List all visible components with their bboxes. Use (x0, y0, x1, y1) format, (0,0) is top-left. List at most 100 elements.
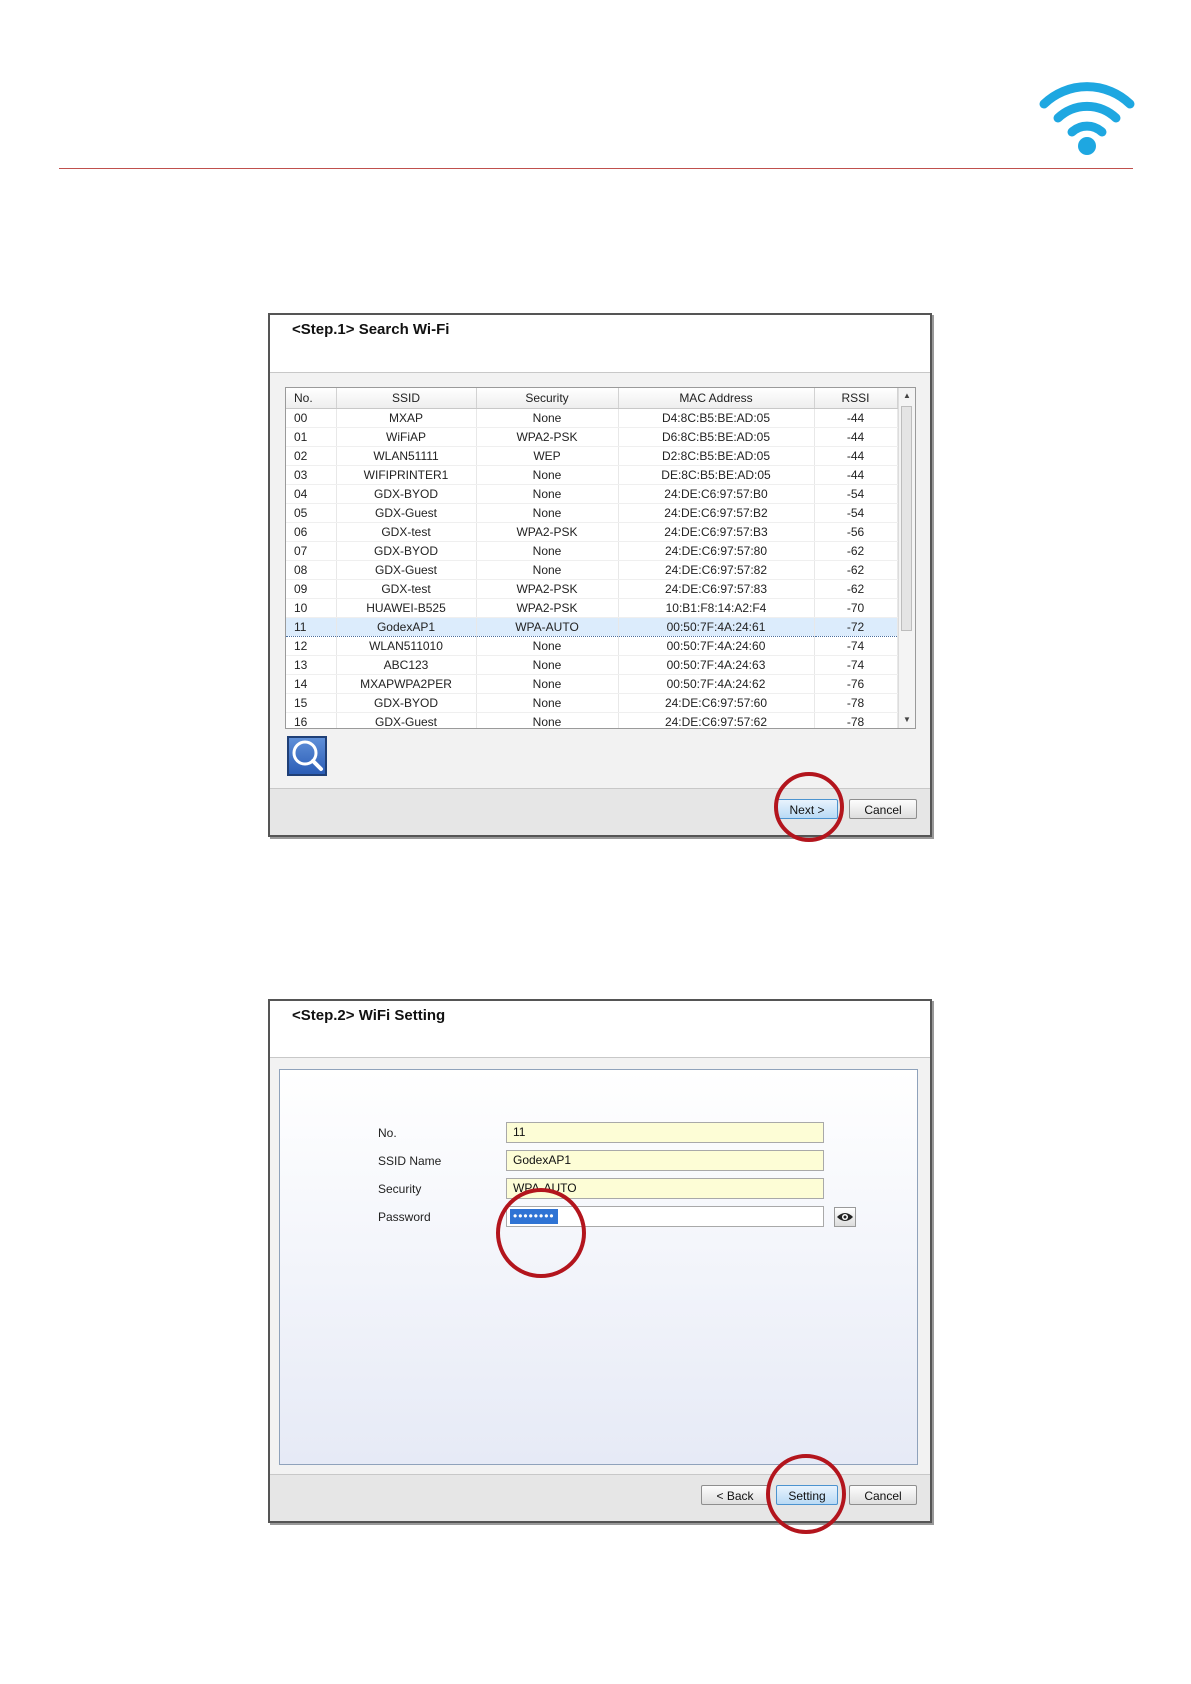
scrollbar-thumb[interactable] (901, 406, 912, 631)
cell-rssi: -70 (814, 598, 898, 618)
cell-rssi: -78 (814, 693, 898, 713)
scroll-down-arrow-icon[interactable]: ▼ (899, 712, 915, 728)
cell-rssi: -44 (814, 446, 898, 466)
column-header-mac-address[interactable]: MAC Address (618, 388, 815, 409)
table-row[interactable]: 08 GDX-Guest None 24:DE:C6:97:57:82 -62 (286, 560, 898, 580)
table-row[interactable]: 00 MXAP None D4:8C:B5:BE:AD:05 -44 (286, 408, 898, 428)
table-row[interactable]: 05 GDX-Guest None 24:DE:C6:97:57:B2 -54 (286, 503, 898, 523)
cell-ssid: WLAN51111 (336, 446, 477, 466)
cell-rssi: -74 (814, 655, 898, 675)
cell-no: 11 (286, 617, 337, 637)
cell-security: None (476, 465, 619, 485)
cell-no: 15 (286, 693, 337, 713)
eye-icon (837, 1213, 853, 1221)
cell-mac-address: D6:8C:B5:BE:AD:05 (618, 427, 815, 447)
cell-no: 03 (286, 465, 337, 485)
column-header-ssid[interactable]: SSID (336, 388, 477, 409)
table-row[interactable]: 14 MXAPWPA2PER None 00:50:7F:4A:24:62 -76 (286, 674, 898, 694)
wifi-network-table[interactable]: No. SSID Security MAC Address RSSI 00 MXA… (285, 387, 916, 729)
cell-rssi: -62 (814, 541, 898, 561)
cell-security: None (476, 674, 619, 694)
cell-security: None (476, 484, 619, 504)
cell-rssi: -54 (814, 503, 898, 523)
cell-no: 06 (286, 522, 337, 542)
table-row[interactable]: 15 GDX-BYOD None 24:DE:C6:97:57:60 -78 (286, 693, 898, 713)
column-header-security[interactable]: Security (476, 388, 619, 409)
cell-rssi: -74 (814, 636, 898, 656)
cell-rssi: -56 (814, 522, 898, 542)
cell-mac-address: 24:DE:C6:97:57:80 (618, 541, 815, 561)
cell-ssid: WIFIPRINTER1 (336, 465, 477, 485)
cell-rssi: -54 (814, 484, 898, 504)
table-row[interactable]: 04 GDX-BYOD None 24:DE:C6:97:57:B0 -54 (286, 484, 898, 504)
table-row[interactable]: 16 GDX-Guest None 24:DE:C6:97:57:62 -78 (286, 712, 898, 728)
cell-security: WPA2-PSK (476, 427, 619, 447)
cell-no: 10 (286, 598, 337, 618)
cell-rssi: -76 (814, 674, 898, 694)
cell-no: 08 (286, 560, 337, 580)
dialog-header: <Step.2> WiFi Setting (270, 1001, 930, 1058)
dialog-footer: < Back Setting Cancel (270, 1474, 930, 1521)
cell-mac-address: DE:8C:B5:BE:AD:05 (618, 465, 815, 485)
column-header-rssi[interactable]: RSSI (814, 388, 898, 409)
cell-no: 14 (286, 674, 337, 694)
cell-no: 09 (286, 579, 337, 599)
table-row[interactable]: 10 HUAWEI-B525 WPA2-PSK 10:B1:F8:14:A2:F4 -7… (286, 598, 898, 618)
dialog-footer: Next > Cancel (270, 788, 930, 835)
table-scrollbar[interactable]: ▲ ▼ (898, 388, 915, 728)
cell-mac-address: 10:B1:F8:14:A2:F4 (618, 598, 815, 618)
security-label: Security (378, 1182, 422, 1196)
cell-no: 16 (286, 712, 337, 728)
cell-no: 01 (286, 427, 337, 447)
cell-ssid: GDX-BYOD (336, 693, 477, 713)
cell-security: None (476, 541, 619, 561)
dialog-title: <Step.1> Search Wi-Fi (292, 321, 450, 338)
no-field[interactable]: 11 (506, 1122, 824, 1143)
back-button[interactable]: < Back (701, 1485, 769, 1505)
cell-rssi: -44 (814, 465, 898, 485)
table-row[interactable]: 06 GDX-test WPA2-PSK 24:DE:C6:97:57:B3 -56 (286, 522, 898, 542)
show-password-button[interactable] (834, 1207, 856, 1227)
search-wifi-button[interactable] (287, 736, 327, 776)
cell-ssid: WiFiAP (336, 427, 477, 447)
cancel-button[interactable]: Cancel (849, 799, 917, 819)
cell-ssid: GDX-BYOD (336, 484, 477, 504)
setting-button[interactable]: Setting (776, 1485, 838, 1505)
cell-mac-address: 00:50:7F:4A:24:60 (618, 636, 815, 656)
table-row[interactable]: 09 GDX-test WPA2-PSK 24:DE:C6:97:57:83 -62 (286, 579, 898, 599)
cell-ssid: GDX-BYOD (336, 541, 477, 561)
table-row[interactable]: 01 WiFiAP WPA2-PSK D6:8C:B5:BE:AD:05 -44 (286, 427, 898, 447)
cell-no: 07 (286, 541, 337, 561)
cell-ssid: GDX-test (336, 522, 477, 542)
cell-rssi: -44 (814, 408, 898, 428)
cell-ssid: MXAPWPA2PER (336, 674, 477, 694)
table-row[interactable]: 13 ABC123 None 00:50:7F:4A:24:63 -74 (286, 655, 898, 675)
cell-ssid: GodexAP1 (336, 617, 477, 637)
password-field[interactable]: •••••••• (506, 1206, 824, 1227)
cell-security: WEP (476, 446, 619, 466)
cancel-button[interactable]: Cancel (849, 1485, 917, 1505)
table-row[interactable]: 12 WLAN511010 None 00:50:7F:4A:24:60 -74 (286, 636, 898, 656)
next-button[interactable]: Next > (776, 799, 838, 819)
cell-mac-address: 24:DE:C6:97:57:B2 (618, 503, 815, 523)
cell-ssid: GDX-test (336, 579, 477, 599)
cell-no: 04 (286, 484, 337, 504)
table-row[interactable]: 03 WIFIPRINTER1 None DE:8C:B5:BE:AD:05 -44 (286, 465, 898, 485)
cell-security: WPA2-PSK (476, 522, 619, 542)
cell-no: 00 (286, 408, 337, 428)
column-header-no[interactable]: No. (286, 388, 337, 409)
table-row[interactable]: 07 GDX-BYOD None 24:DE:C6:97:57:80 -62 (286, 541, 898, 561)
cell-security: None (476, 693, 619, 713)
cell-security: WPA2-PSK (476, 579, 619, 599)
cell-ssid: WLAN511010 (336, 636, 477, 656)
table-row[interactable]: 11 GodexAP1 WPA-AUTO 00:50:7F:4A:24:61 -72 (286, 617, 898, 637)
ssid-name-label: SSID Name (378, 1154, 442, 1168)
cell-mac-address: 24:DE:C6:97:57:60 (618, 693, 815, 713)
table-row[interactable]: 02 WLAN51111 WEP D2:8C:B5:BE:AD:05 -44 (286, 446, 898, 466)
wifi-setting-form: No. 11 SSID Name GodexAP1 Security WPA-A… (279, 1069, 918, 1465)
ssid-name-field[interactable]: GodexAP1 (506, 1150, 824, 1171)
scroll-up-arrow-icon[interactable]: ▲ (899, 388, 915, 404)
dialog-header: <Step.1> Search Wi-Fi (270, 315, 930, 373)
cell-security: None (476, 560, 619, 580)
security-field[interactable]: WPA-AUTO (506, 1178, 824, 1199)
